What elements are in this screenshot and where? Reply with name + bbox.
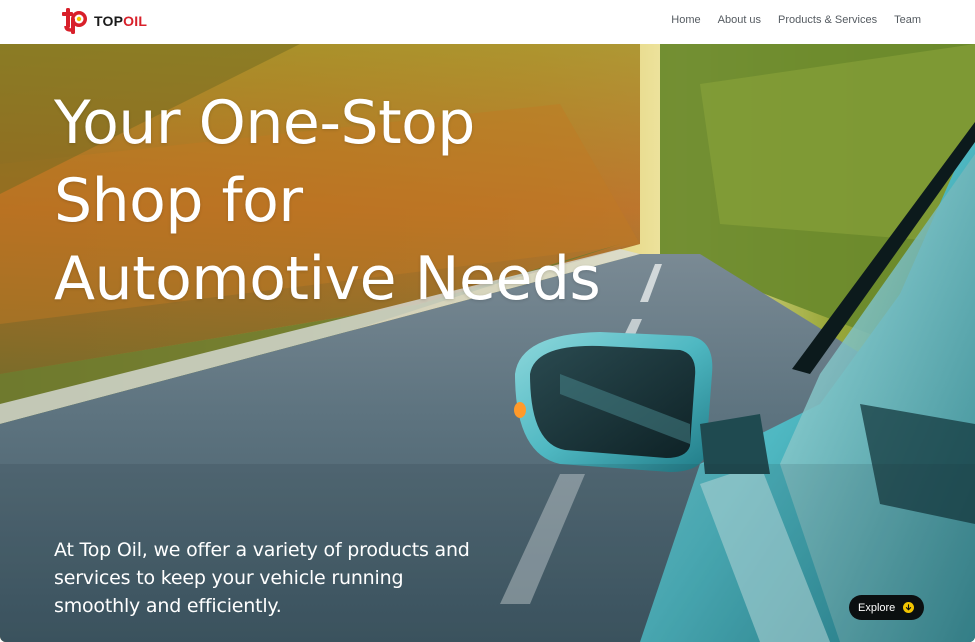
explore-label: Explore	[858, 601, 896, 614]
arrow-down-icon	[903, 602, 915, 613]
nav-item-team[interactable]: Team	[894, 14, 921, 26]
headline-line-2: Shop for	[54, 166, 303, 236]
brand-name: TOPOIL	[94, 13, 148, 29]
headline-line-3: Automotive Needs	[54, 244, 601, 314]
explore-button[interactable]: Explore	[849, 595, 925, 620]
brand-logo[interactable]: TOPOIL	[60, 6, 147, 36]
nav-item-home[interactable]: Home	[671, 14, 700, 26]
main-nav: Home About us Products & Services Team	[671, 14, 921, 26]
nav-item-products-services[interactable]: Products & Services	[778, 14, 877, 26]
nav-item-about-us[interactable]: About us	[718, 14, 761, 26]
headline-line-1: Your One-Stop	[54, 88, 475, 158]
hero-section: Your One-Stop Shop for Automotive Needs …	[0, 44, 975, 642]
hero-description: At Top Oil, we offer a variety of produc…	[54, 539, 470, 617]
site-header: TOPOIL Home About us Products & Services…	[0, 0, 975, 44]
topoil-logo-icon	[62, 8, 87, 34]
hero-headline: Your One-Stop Shop for Automotive Needs	[54, 84, 674, 318]
